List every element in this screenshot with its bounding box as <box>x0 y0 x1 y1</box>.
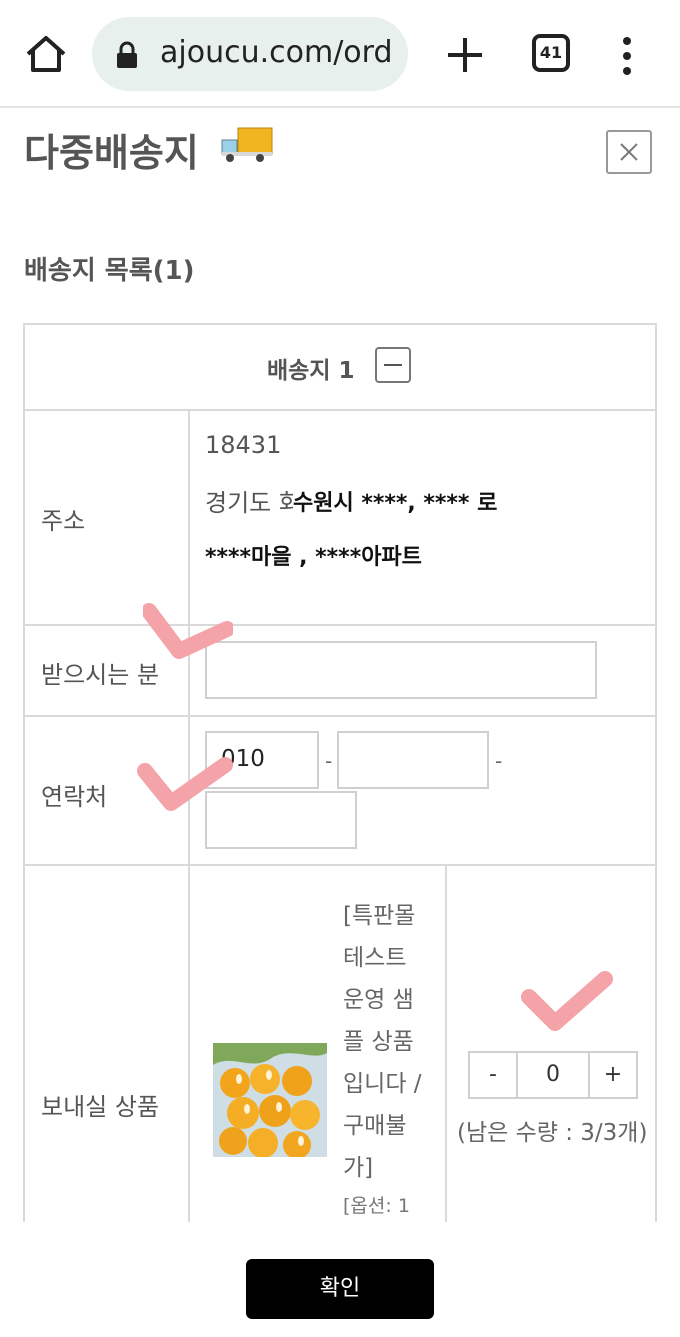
address-bar[interactable]: ajoucu.com/ord <box>92 17 408 91</box>
destination-header: 배송지 1 <box>25 325 657 409</box>
address-line-2: ****마을 , ****아파트 <box>205 545 422 570</box>
recipient-label: 받으시는 분 <box>41 661 160 689</box>
product-option: [옵션: 1 <box>343 1195 410 1217</box>
product-name[interactable]: [특판몰 테스트 운영 샘플 상품입니다 / 구매불가] <box>343 895 433 1189</box>
lock-icon <box>117 41 137 68</box>
phone-part-2[interactable] <box>337 731 489 789</box>
quantity-stepper: - 0 + <box>468 1051 638 1099</box>
checkmark-icon <box>143 603 233 659</box>
recipient-input[interactable] <box>205 641 597 699</box>
collapse-button[interactable] <box>375 347 411 383</box>
phone-separator: - <box>325 749 333 773</box>
close-button[interactable] <box>606 130 652 174</box>
page-title: 다중배송지 <box>24 131 199 175</box>
checkmark-icon <box>521 971 613 1031</box>
destination-label: 배송지 1 <box>267 358 355 384</box>
postcode: 18431 <box>205 431 282 459</box>
address-prefix: 경기도 화 <box>205 489 301 517</box>
quantity-minus-button[interactable]: - <box>470 1053 518 1097</box>
bottom-bar: 확인 <box>0 1222 680 1337</box>
destination-table: 배송지 1 주소 18431 경기도 화 수원시 ****, **** 로 **… <box>23 323 657 1225</box>
quantity-plus-button[interactable]: + <box>588 1053 636 1097</box>
tabs-icon[interactable]: 41 <box>532 34 570 72</box>
tab-count: 41 <box>539 43 563 62</box>
checkmark-icon <box>137 757 233 811</box>
truck-icon <box>221 127 273 162</box>
phone-separator: - <box>495 749 503 773</box>
plus-icon[interactable] <box>444 34 486 76</box>
address-label: 주소 <box>41 507 86 535</box>
more-icon[interactable] <box>620 36 634 76</box>
browser-toolbar: ajoucu.com/ord 41 <box>0 0 680 108</box>
product-image <box>213 1043 327 1157</box>
close-icon <box>620 143 638 161</box>
quantity-input[interactable]: 0 <box>518 1053 588 1097</box>
address-line-1: 수원시 ****, **** 로 <box>293 485 502 517</box>
remaining-quantity: (남은 수량 : 3/3개) <box>457 1120 648 1146</box>
products-label: 보내실 상품 <box>41 1093 160 1121</box>
confirm-button[interactable]: 확인 <box>246 1259 434 1319</box>
home-icon[interactable] <box>24 34 68 74</box>
url-text: ajoucu.com/ord <box>160 35 393 70</box>
destination-list-title: 배송지 목록(1) <box>24 256 195 286</box>
contact-label: 연락처 <box>41 783 108 811</box>
